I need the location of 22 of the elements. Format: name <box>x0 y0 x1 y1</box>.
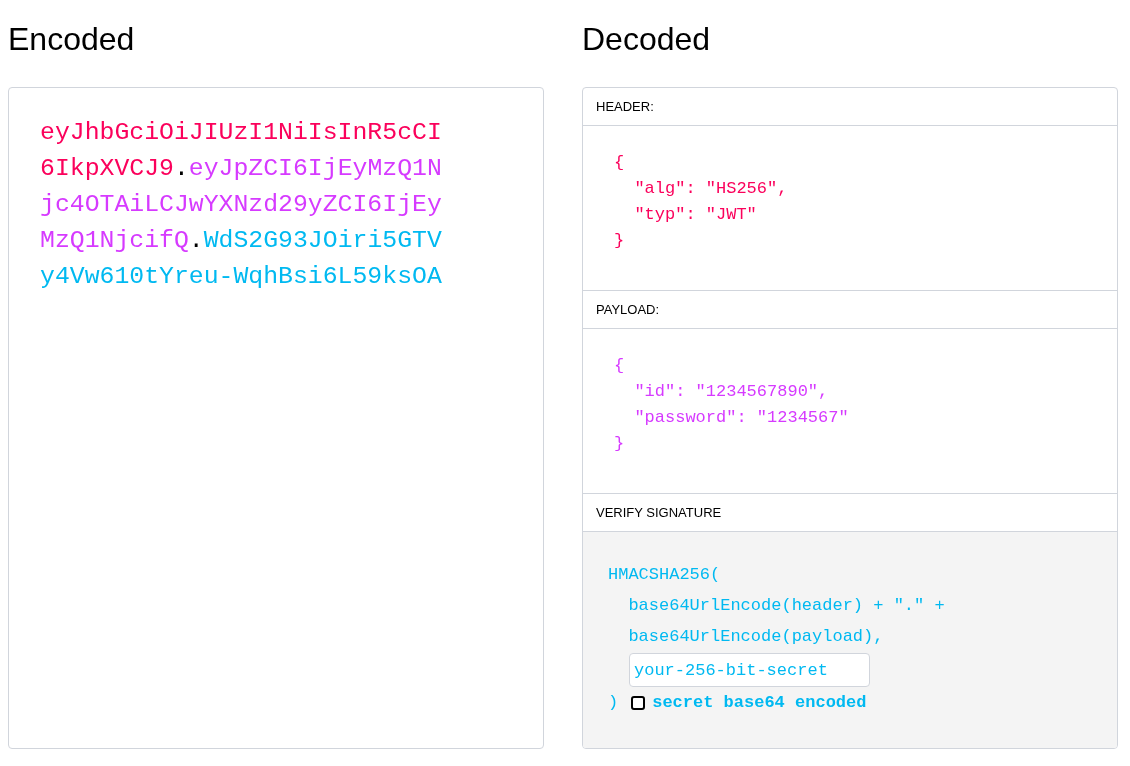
code-line: "id": "1234567890", <box>633 381 829 403</box>
code-line: "password": "1234567" <box>633 407 849 429</box>
code-line: } <box>614 433 625 455</box>
section-title: Decoded <box>582 20 712 59</box>
code-line: } <box>614 230 625 252</box>
code-line: base64UrlEncode(payload), <box>627 626 884 648</box>
code-line: HMACSHA256( <box>608 564 721 586</box>
code-line: { <box>614 152 625 174</box>
code-line: "typ": "JWT" <box>633 204 757 226</box>
code-line: "alg": "HS256", <box>633 178 788 200</box>
checkbox[interactable] <box>631 696 646 710</box>
code-line: ) <box>608 692 619 715</box>
section-label: VERIFY SIGNATURE <box>596 503 722 522</box>
secret-input[interactable]: your-256-bit-secret <box>629 653 870 687</box>
section-label: HEADER: <box>596 97 654 116</box>
code-line: base64UrlEncode(header) + "." + <box>627 595 945 617</box>
encoded-textarea[interactable]: eyJhbGciOiJIUzI1NiIsInR5cCI6IkpXVCJ9.eyJpZCI6IjEyMzQ1Njc4OTAiLCJwYXNzd29yZCI6IjEyMzQ1NjcifQ.WdS2G93JOiri5GTVy4Vw610tYreu-WqhBsi6L59ksOA <box>8 87 544 749</box>
section-title: Encoded <box>8 20 136 59</box>
encoded-token-text: eyJhbGciOiJIUzI1NiIsInR5cCI6IkpXVCJ9.eyJpZCI6IjEyMzQ1Njc4OTAiLCJwYXNzd29yZCI6IjEyMzQ1NjcifQ.WdS2G93JOiri5GTVy4Vw610tYreu-WqhBsi6L59ksOA <box>40 117 443 292</box>
checkbox-label[interactable]: secret base64 encoded <box>652 690 867 716</box>
section-label: PAYLOAD: <box>596 300 660 319</box>
code-line: { <box>614 355 625 377</box>
